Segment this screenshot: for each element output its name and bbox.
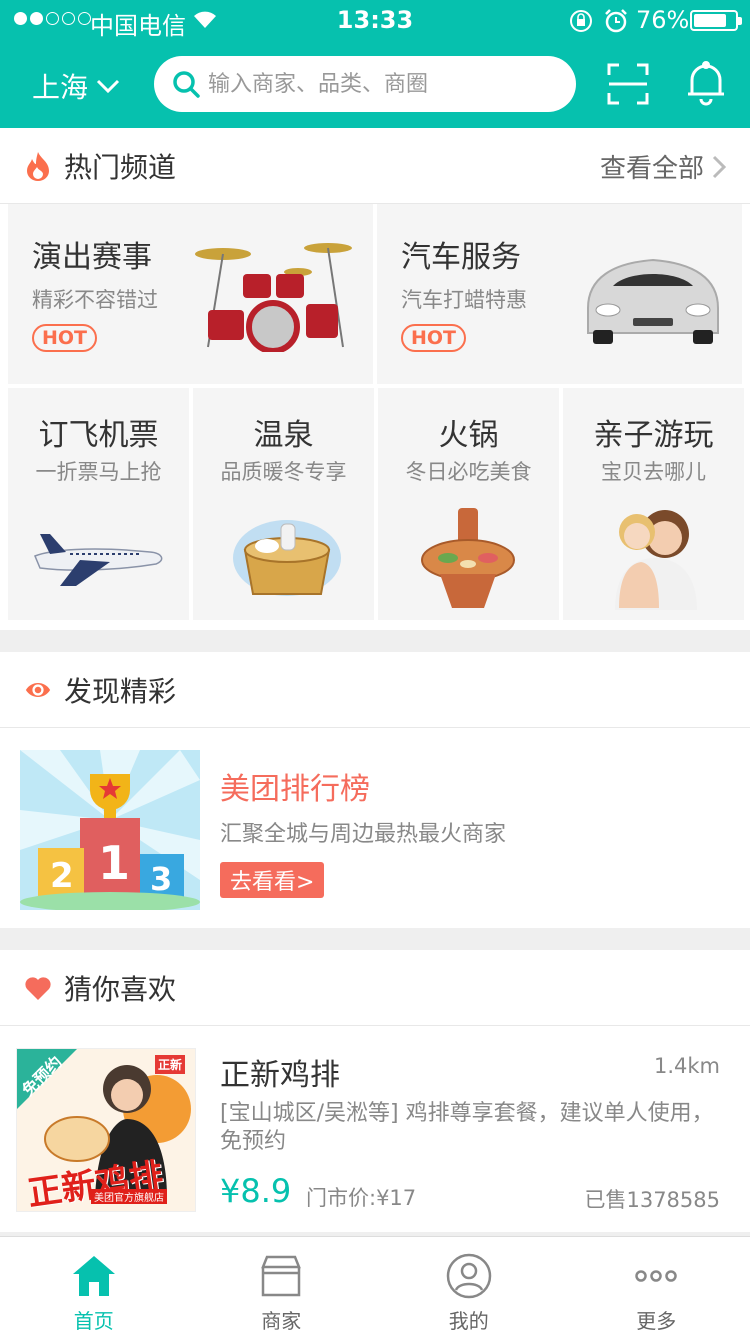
hot-badge: HOT — [32, 324, 98, 352]
deal-sold-count: 已售1378585 — [584, 1188, 720, 1212]
user-icon — [445, 1251, 493, 1301]
chevron-down-icon — [96, 79, 120, 94]
channel-subtitle: 宝贝去哪儿 — [601, 460, 706, 484]
channel-tile-shows[interactable]: 演出赛事 精彩不容错过 HOT — [8, 204, 373, 384]
scan-icon[interactable] — [606, 62, 650, 110]
channel-title: 温泉 — [253, 418, 314, 453]
deal-image-store: 美团官方旗舰店 — [91, 1189, 167, 1204]
tab-bar: 首页 商家 我的 更多 — [0, 1236, 750, 1334]
tab-mine[interactable]: 我的 — [375, 1237, 563, 1334]
channel-subtitle: 冬日必吃美食 — [405, 460, 532, 484]
tab-label: 我的 — [448, 1309, 489, 1333]
channel-tile-flights[interactable]: 订飞机票 一折票马上抢 — [8, 388, 189, 620]
mother-child-icon — [615, 510, 697, 610]
search-icon — [173, 71, 200, 98]
go-see-button[interactable]: 去看看> — [220, 862, 325, 898]
discover-section: 发现精彩 1 2 3 美团排行榜 汇聚全城与周边最热最火商家 去看看> — [0, 652, 750, 928]
hot-pot-icon — [421, 508, 515, 608]
tab-home[interactable]: 首页 — [0, 1237, 188, 1334]
city-label: 上海 — [32, 71, 89, 104]
channel-title: 亲子游玩 — [593, 418, 714, 453]
podium-rank-2: 2 — [50, 856, 74, 896]
deal-original-price: 门市价:¥17 — [306, 1186, 417, 1210]
chevron-right-icon — [712, 155, 726, 178]
channel-tile-hot-spring[interactable]: 温泉 品质暖冬专享 — [193, 388, 374, 620]
channel-title: 订飞机票 — [38, 418, 159, 453]
channel-subtitle: 精彩不容错过 — [32, 288, 158, 312]
channel-grid: 演出赛事 精彩不容错过 HOT 汽车服务 汽车打蜡特惠 HOT 订飞机票 一折票… — [0, 204, 750, 630]
hot-badge: HOT — [401, 324, 467, 352]
ranking-image[interactable]: 1 2 3 — [20, 750, 200, 910]
deal-item[interactable]: 免预约 正新 正新鸡排 美团官方旗舰店 正新鸡排 1.4km [宝山城区/吴淞等… — [0, 1028, 750, 1224]
eye-icon — [24, 676, 52, 704]
more-icon — [635, 1251, 677, 1301]
section-header: 发现精彩 — [0, 652, 750, 728]
ranking-subtitle: 汇聚全城与周边最热最火商家 — [220, 822, 507, 847]
deal-price: ¥8.9 — [220, 1172, 292, 1210]
podium-rank-3: 3 — [150, 860, 173, 898]
see-all-label: 查看全部 — [599, 154, 704, 184]
tab-label: 商家 — [261, 1309, 302, 1333]
deal-image: 免预约 正新 正新鸡排 美团官方旗舰店 — [16, 1048, 196, 1212]
guess-you-like-section: 猜你喜欢 免预约 正新 正新鸡排 美团官方旗舰店 正新鸡排 1.4km [宝山城… — [0, 950, 750, 1232]
bell-icon[interactable] — [684, 60, 728, 110]
channel-title: 汽车服务 — [401, 240, 521, 275]
channel-title: 火锅 — [438, 418, 499, 453]
heart-icon — [24, 974, 52, 1002]
channel-tile-family-fun[interactable]: 亲子游玩 宝贝去哪儿 — [563, 388, 744, 620]
city-selector[interactable]: 上海 — [32, 66, 120, 106]
tab-more[interactable]: 更多 — [563, 1237, 750, 1334]
section-header: 猜你喜欢 — [0, 950, 750, 1026]
tab-merchants[interactable]: 商家 — [188, 1237, 376, 1334]
top-bar: 中国电信 13:33 76% 上海 — [0, 0, 750, 128]
flame-icon — [24, 151, 52, 181]
channel-subtitle: 汽车打蜡特惠 — [401, 288, 527, 312]
channel-title: 演出赛事 — [32, 240, 152, 275]
deal-name: 正新鸡排 — [220, 1058, 340, 1093]
deal-logo: 正新 — [155, 1055, 186, 1074]
section-title: 猜你喜欢 — [64, 972, 177, 1006]
section-title: 发现精彩 — [64, 674, 177, 708]
search-bar[interactable] — [154, 56, 576, 112]
deal-description: [宝山城区/吴淞等] 鸡排尊享套餐，建议单人使用，免预约 — [220, 1101, 714, 1154]
status-bar: 中国电信 13:33 76% — [0, 0, 750, 40]
alarm-icon — [604, 8, 628, 40]
section-title: 热门频道 — [64, 150, 177, 184]
search-input[interactable] — [208, 71, 548, 97]
store-icon — [259, 1251, 303, 1301]
podium-rank-1: 1 — [98, 836, 131, 890]
channel-tile-hot-pot[interactable]: 火锅 冬日必吃美食 — [378, 388, 559, 620]
drum-kit-icon — [195, 243, 352, 352]
airplane-icon — [34, 534, 163, 586]
deal-distance: 1.4km — [653, 1054, 720, 1078]
channel-subtitle: 品质暖冬专享 — [220, 460, 347, 484]
ranking-title[interactable]: 美团排行榜 — [220, 764, 370, 808]
tab-label: 首页 — [73, 1309, 114, 1333]
hot-channels-section: 热门频道 查看全部 演出赛事 精彩不容错过 HOT 汽车服务 汽车打蜡特惠 HO… — [0, 128, 750, 630]
battery-icon — [690, 10, 742, 31]
rotation-lock-icon — [568, 8, 594, 40]
battery-percent: 76% — [636, 6, 690, 34]
home-icon — [71, 1251, 117, 1301]
car-icon — [587, 258, 719, 344]
tab-label: 更多 — [636, 1309, 677, 1333]
channel-tile-car-service[interactable]: 汽车服务 汽车打蜡特惠 HOT — [377, 204, 742, 384]
bath-tub-icon — [233, 520, 341, 596]
see-all-link[interactable]: 查看全部 — [600, 148, 726, 185]
channel-subtitle: 一折票马上抢 — [35, 460, 162, 484]
